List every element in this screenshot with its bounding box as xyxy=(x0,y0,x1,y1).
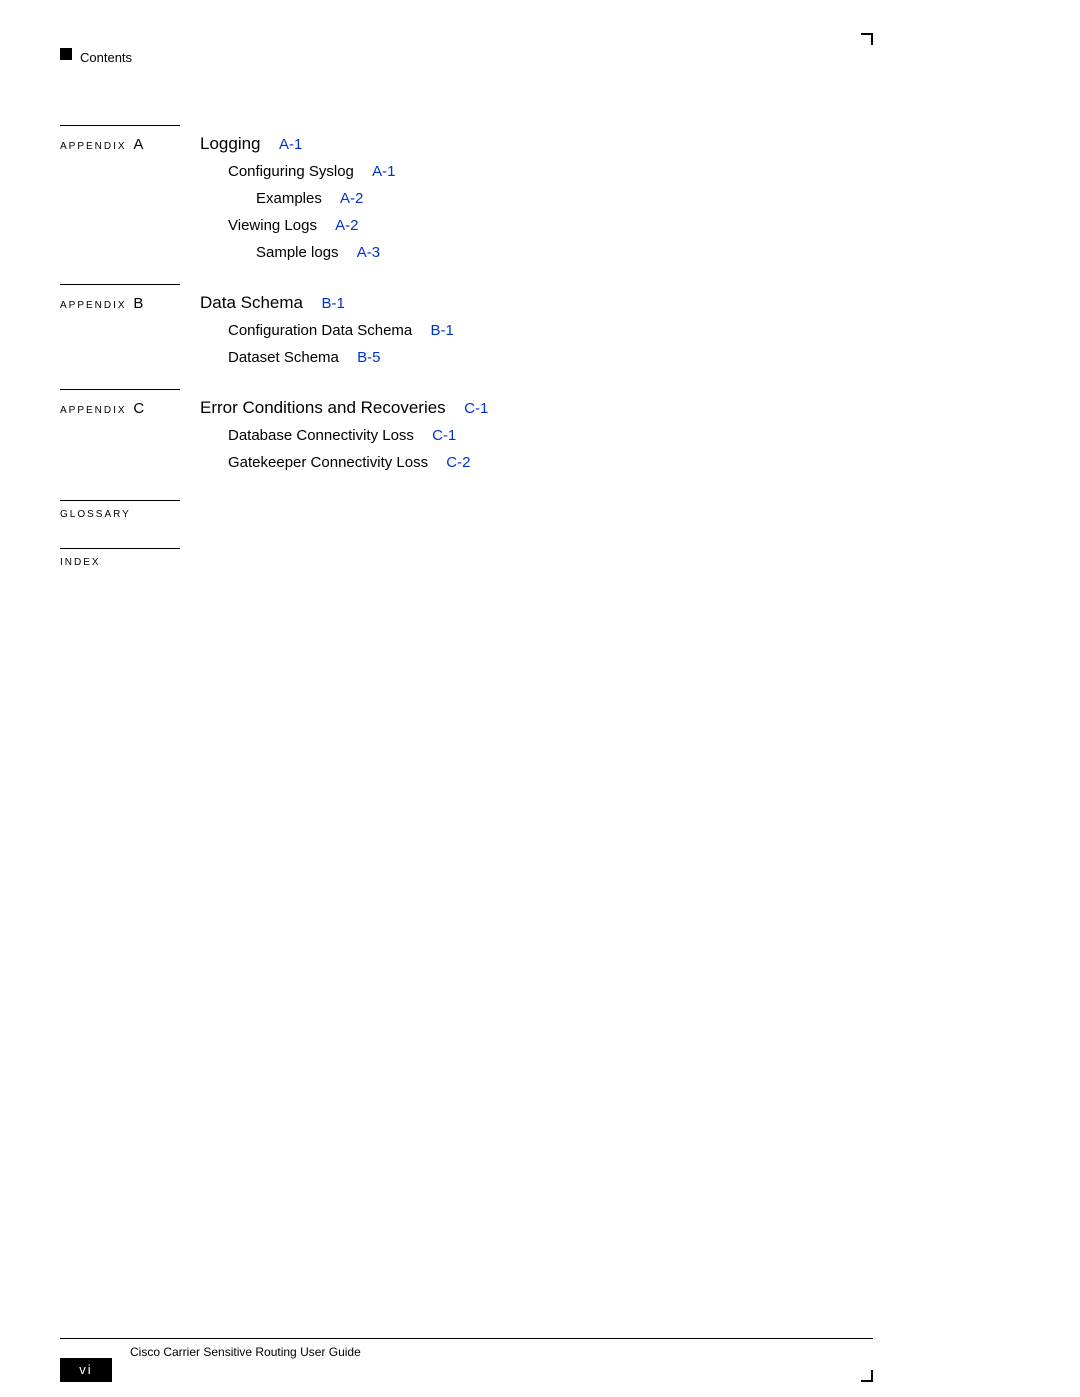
section-title[interactable]: Data Schema xyxy=(200,293,303,312)
index-label[interactable]: INDEX xyxy=(60,557,873,568)
page-ref[interactable]: A-1 xyxy=(279,136,302,153)
prefix-text: APPENDIX xyxy=(60,300,127,311)
header-label: Contents xyxy=(80,50,132,65)
glossary-label[interactable]: GLOSSARY xyxy=(60,509,873,520)
crop-mark-tr xyxy=(861,33,873,45)
item-text: Sample logs xyxy=(256,244,339,261)
section-rule xyxy=(60,548,180,549)
toc-content: APPENDIX A Logging A-1 Configuring Syslo… xyxy=(60,125,873,568)
page-ref[interactable]: B-1 xyxy=(430,322,453,339)
toc-section-glossary: GLOSSARY xyxy=(60,500,873,520)
page-ref[interactable]: A-2 xyxy=(335,217,358,234)
page-ref[interactable]: B-1 xyxy=(321,295,344,312)
toc-item[interactable]: Database Connectivity Loss C-1 xyxy=(228,427,873,445)
section-prefix: APPENDIX A xyxy=(60,136,200,153)
section-rule xyxy=(60,284,180,285)
section-prefix: APPENDIX B xyxy=(60,295,200,312)
section-rule xyxy=(60,125,180,126)
toc-item[interactable]: Gatekeeper Connectivity Loss C-2 xyxy=(228,454,873,472)
prefix-text: APPENDIX xyxy=(60,405,127,416)
toc-section-a: APPENDIX A Logging A-1 Configuring Syslo… xyxy=(60,125,873,262)
page-number: vi xyxy=(60,1358,112,1382)
toc-section-c: APPENDIX C Error Conditions and Recoveri… xyxy=(60,389,873,472)
toc-item[interactable]: Configuration Data Schema B-1 xyxy=(228,322,873,340)
page-ref[interactable]: C-1 xyxy=(432,427,456,444)
section-rule xyxy=(60,389,180,390)
section-rule xyxy=(60,500,180,501)
page-ref[interactable]: A-1 xyxy=(372,163,395,180)
toc-item[interactable]: Dataset Schema B-5 xyxy=(228,349,873,367)
page-ref[interactable]: C-1 xyxy=(464,400,488,417)
toc-item[interactable]: Examples A-2 xyxy=(228,190,873,208)
toc-item[interactable]: Viewing Logs A-2 xyxy=(228,217,873,235)
item-text: Viewing Logs xyxy=(228,217,317,234)
page-ref[interactable]: A-2 xyxy=(340,190,363,207)
section-title[interactable]: Logging xyxy=(200,134,261,153)
footer-book-title: Cisco Carrier Sensitive Routing User Gui… xyxy=(130,1345,361,1359)
page-ref[interactable]: B-5 xyxy=(357,349,380,366)
toc-section-b: APPENDIX B Data Schema B-1 Configuration… xyxy=(60,284,873,367)
prefix-letter: B xyxy=(133,295,143,312)
section-title[interactable]: Error Conditions and Recoveries xyxy=(200,398,446,417)
page-ref[interactable]: C-2 xyxy=(446,454,470,471)
item-text: Configuration Data Schema xyxy=(228,322,412,339)
item-text: Dataset Schema xyxy=(228,349,339,366)
prefix-letter: C xyxy=(133,400,144,417)
footer-rule xyxy=(60,1338,873,1339)
page-ref[interactable]: A-3 xyxy=(357,244,380,261)
header-box-icon xyxy=(60,48,72,60)
item-text: Configuring Syslog xyxy=(228,163,354,180)
prefix-letter: A xyxy=(133,136,143,153)
crop-mark-br xyxy=(861,1370,873,1382)
toc-item[interactable]: Configuring Syslog A-1 xyxy=(228,163,873,181)
item-text: Examples xyxy=(256,190,322,207)
toc-section-index: INDEX xyxy=(60,548,873,568)
section-prefix: APPENDIX C xyxy=(60,400,200,417)
item-text: Gatekeeper Connectivity Loss xyxy=(228,454,428,471)
toc-item[interactable]: Sample logs A-3 xyxy=(228,244,873,262)
prefix-text: APPENDIX xyxy=(60,141,127,152)
item-text: Database Connectivity Loss xyxy=(228,427,414,444)
